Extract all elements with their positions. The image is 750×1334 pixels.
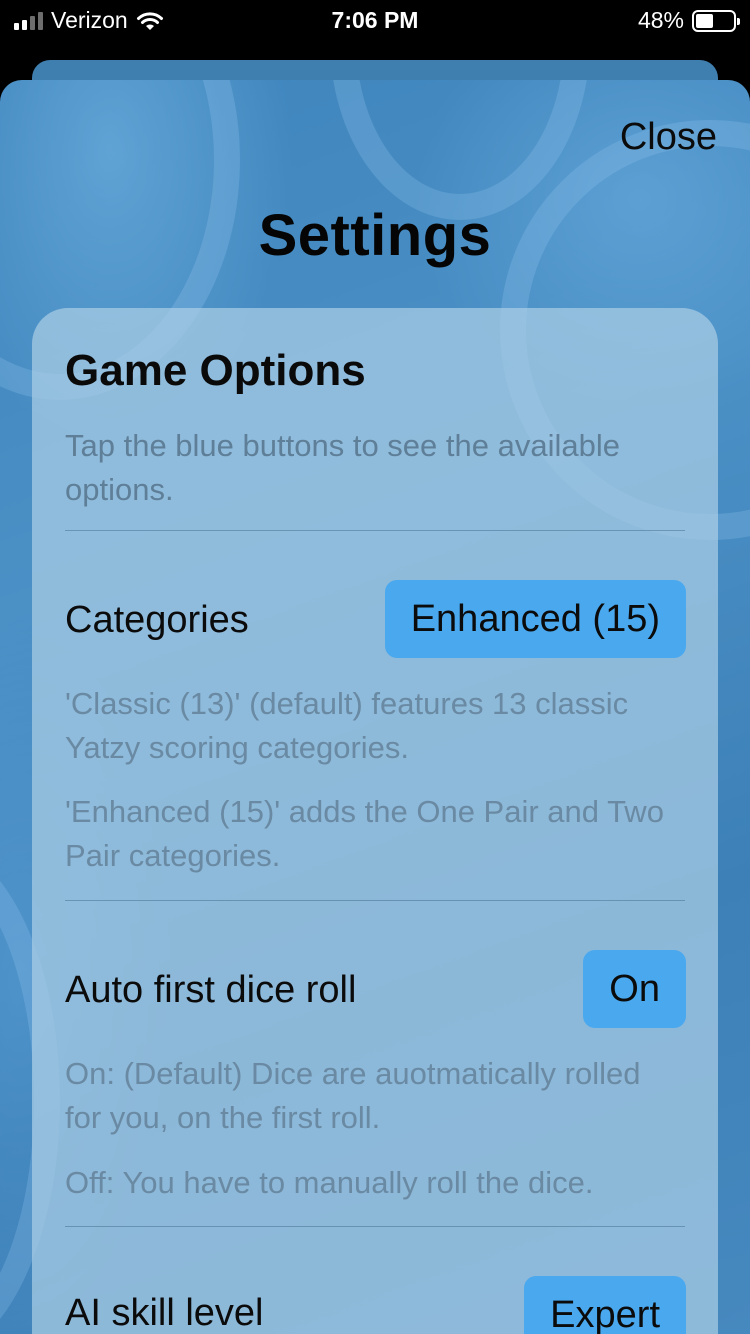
auto-roll-help-off: Off: You have to manually roll the dice. [65,1165,594,1200]
settings-sheet: Close Settings Game Options Tap the blue… [0,80,750,1334]
battery-fill [696,13,714,28]
categories-label: Categories [65,599,249,641]
status-bar: Verizon 7:06 PM 48% [0,0,750,40]
divider [65,900,685,901]
battery-icon [692,9,740,32]
close-button[interactable]: Close [620,116,717,159]
ai-skill-button[interactable]: Expert [524,1276,686,1334]
auto-roll-label: Auto first dice roll [65,969,357,1011]
auto-roll-button[interactable]: On [583,950,686,1028]
ai-skill-label: AI skill level [65,1292,264,1334]
game-options-card: Game Options Tap the blue buttons to see… [32,308,718,1334]
page-title: Settings [258,203,492,268]
auto-roll-help-on: On: (Default) Dice are auotmatically rol… [65,1056,641,1135]
categories-help-classic: 'Classic (13)' (default) features 13 cla… [65,686,629,765]
categories-button[interactable]: Enhanced (15) [384,580,686,658]
status-right: 48% [637,7,740,34]
categories-help-enhanced: 'Enhanced (15)' adds the One Pair and Tw… [65,794,664,873]
battery-percent: 48% [637,7,684,33]
card-title: Game Options [65,346,366,395]
card-description: Tap the blue buttons to see the availabl… [65,428,620,507]
divider [65,530,685,531]
divider [65,1226,685,1227]
